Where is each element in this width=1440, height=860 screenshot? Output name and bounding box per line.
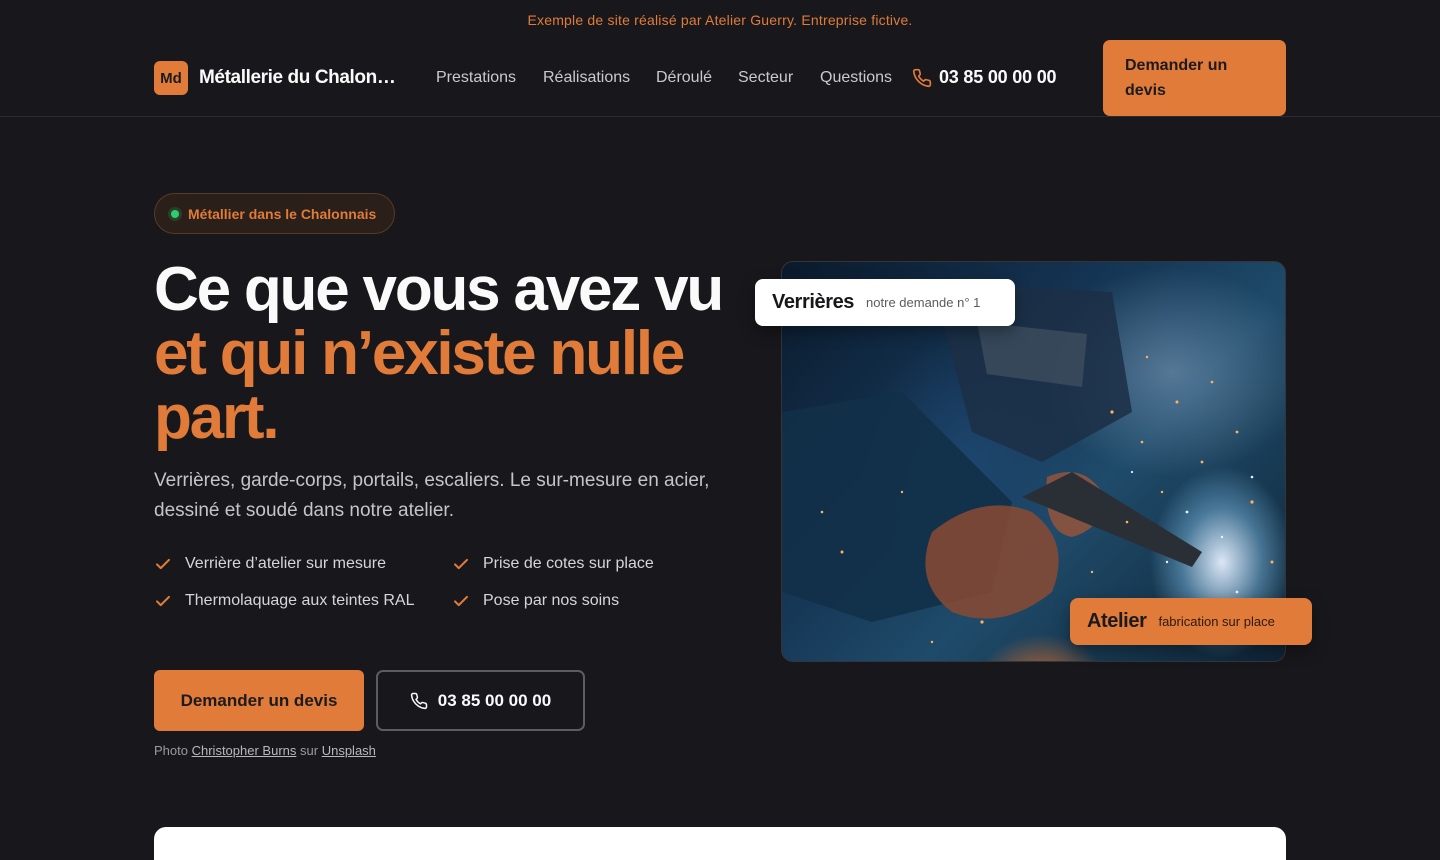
feature-item: Thermolaquage aux teintes RAL [154,588,424,614]
demo-notice-bar: Exemple de site réalisé par Atelier Guer… [0,0,1440,40]
check-icon [454,558,468,570]
location-badge: Métallier dans le Chalonnais [154,193,395,234]
verrieres-tag-subtitle: notre demande n° 1 [866,295,981,310]
check-icon [156,595,170,607]
check-icon [156,558,170,570]
feature-label: Prise de cotes sur place [483,555,654,572]
photo-credit: Photo Christopher Burns sur Unsplash [154,743,376,758]
credit-mid: sur [300,743,319,758]
status-dot-icon [171,209,179,218]
site-header: Md Métallerie du Chalonn... Prestations … [0,40,1440,117]
location-badge-label: Métallier dans le Chalonnais [188,205,377,222]
nav-link-deroule[interactable]: Déroulé [656,69,712,87]
logo-icon[interactable]: Md [154,61,188,95]
phone-icon [912,68,932,88]
atelier-tag-subtitle: fabrication sur place [1158,614,1275,629]
demo-notice-text: Exemple de site réalisé par Atelier Guer… [527,12,913,28]
brand-name[interactable]: Métallerie du Chalonn... [199,67,401,89]
check-icon [454,595,468,607]
feature-item: Prise de cotes sur place [452,551,722,577]
hero-lead: Verrières, garde-corps, portails, escali… [154,470,710,521]
feature-label: Verrière d’atelier sur mesure [185,555,386,572]
header-quote-button[interactable]: Demander un devis [1103,40,1286,116]
feature-label: Thermolaquage aux teintes RAL [185,592,415,609]
next-section-card [154,827,1286,860]
credit-author-link[interactable]: Christopher Burns [192,743,297,758]
logo-initials: Md [160,69,182,87]
feature-item: Pose par nos soins [452,588,722,614]
hero-title: Ce que vous avez vu et qui n’existe null… [154,258,734,450]
feature-item: Verrière d’atelier sur mesure [154,551,424,577]
nav-link-questions[interactable]: Questions [820,69,892,87]
verrieres-tag: Verrières notre demande n° 1 [755,279,1015,326]
hero-title-line2: et qui n’existe nulle part. [154,319,685,452]
feature-label: Pose par nos soins [483,592,620,609]
header-phone-link[interactable]: 03 85 00 00 00 [939,67,1057,88]
atelier-tag: Atelier fabrication sur place [1070,598,1312,645]
atelier-tag-title: Atelier [1087,610,1147,632]
nav-link-secteur[interactable]: Secteur [738,69,793,87]
phone-icon [410,692,428,709]
call-button-label: 03 85 00 00 00 [437,690,552,710]
quote-button[interactable]: Demander un devis [154,670,364,731]
hero-title-line1: Ce que vous avez vu [154,255,724,324]
credit-prefix: Photo [154,743,188,758]
verrieres-tag-title: Verrières [772,291,855,313]
call-button[interactable]: 03 85 00 00 00 [376,670,585,731]
nav-link-realisations[interactable]: Réalisations [543,69,630,87]
nav-link-prestations[interactable]: Prestations [436,69,516,87]
credit-site-link[interactable]: Unsplash [322,743,376,758]
